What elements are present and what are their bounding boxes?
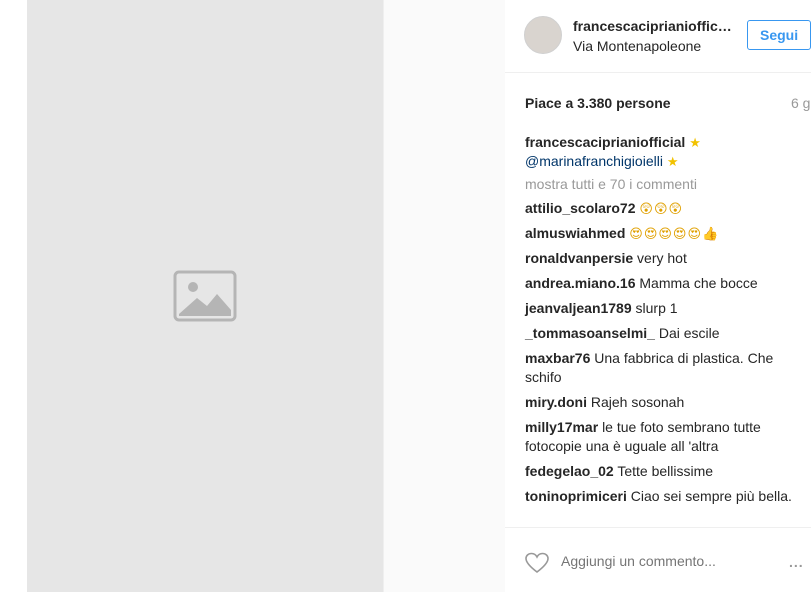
likes-count[interactable]: Piace a 3.380 persone [525, 95, 671, 111]
post-caption: francescaciprianiofficial ★ @marinafranc… [525, 133, 701, 171]
comment-username[interactable]: ronaldvanpersie [525, 250, 633, 266]
comment-bar: ... [505, 527, 811, 574]
comment-username[interactable]: jeanvaljean1789 [525, 300, 632, 316]
comment-emoji: 😲😲😲 [639, 201, 684, 216]
comment-text: Mamma che bocce [639, 275, 758, 291]
comment-emoji: 😍😍😍😍😍👍 [629, 226, 720, 241]
star-emoji: ★ [666, 154, 679, 169]
post-username[interactable]: francescaciprianioffic… [573, 18, 733, 34]
caption-username[interactable]: francescaciprianiofficial [525, 134, 685, 150]
caption-mention[interactable]: @marinafranchigioielli [525, 153, 663, 169]
comment-text: Ciao sei sempre più bella. [630, 488, 792, 504]
more-options-icon[interactable]: ... [789, 554, 804, 570]
comment-row: jeanvaljean1789 slurp 1 [525, 299, 797, 318]
comment-text: very hot [637, 250, 687, 266]
comment-username[interactable]: attilio_scolaro72 [525, 200, 636, 216]
comment-row: almuswiahmed 😍😍😍😍😍👍 [525, 224, 797, 243]
comment-username[interactable]: almuswiahmed [525, 225, 625, 241]
comment-username[interactable]: milly17mar [525, 419, 598, 435]
page-margin [0, 0, 27, 592]
comment-row: attilio_scolaro72 😲😲😲 [525, 199, 797, 218]
comment-username[interactable]: fedegelao_02 [525, 463, 614, 479]
comment-row: _tommasoanselmi_ Dai escile [525, 324, 797, 343]
comment-text: slurp 1 [635, 300, 678, 316]
post-side-panel: francescaciprianioffic… Via Montenapoleo… [505, 0, 811, 592]
follow-button[interactable]: Segui [747, 20, 811, 50]
comment-text: Rajeh sosonah [590, 394, 685, 410]
comment-row: andrea.miano.16 Mamma che bocce [525, 274, 797, 293]
comment-list: attilio_scolaro72 😲😲😲 almuswiahmed 😍😍😍😍😍👍… [525, 199, 797, 512]
comment-row: toninoprimiceri Ciao sei sempre più bell… [525, 487, 797, 506]
comment-row: fedegelao_02 Tette bellissime [525, 462, 797, 481]
comment-username[interactable]: toninoprimiceri [525, 488, 627, 504]
post-location[interactable]: Via Montenapoleone [573, 38, 701, 54]
comment-username[interactable]: maxbar76 [525, 350, 590, 366]
star-emoji: ★ [689, 135, 701, 150]
comment-text: Tette bellissime [617, 463, 714, 479]
content-gap [383, 0, 506, 592]
comment-username[interactable]: miry.doni [525, 394, 587, 410]
comment-username[interactable]: andrea.miano.16 [525, 275, 636, 291]
heart-icon[interactable] [525, 552, 549, 574]
comment-row: milly17mar le tue foto sembrano tutte fo… [525, 418, 797, 456]
post-header: francescaciprianioffic… Via Montenapoleo… [505, 0, 811, 73]
comment-row: miry.doni Rajeh sosonah [525, 393, 797, 412]
image-placeholder-icon [173, 270, 237, 322]
post-time[interactable]: 6 g [791, 95, 810, 111]
comment-username[interactable]: _tommasoanselmi_ [525, 325, 655, 341]
comment-text: Dai escile [658, 325, 720, 341]
comment-input[interactable] [559, 552, 783, 570]
post-photo-placeholder [27, 0, 384, 592]
avatar[interactable] [524, 16, 562, 54]
comment-row: maxbar76 Una fabbrica di plastica. Che s… [525, 349, 797, 387]
show-all-comments-link[interactable]: mostra tutti e 70 i commenti [525, 176, 697, 192]
comment-row: ronaldvanpersie very hot [525, 249, 797, 268]
